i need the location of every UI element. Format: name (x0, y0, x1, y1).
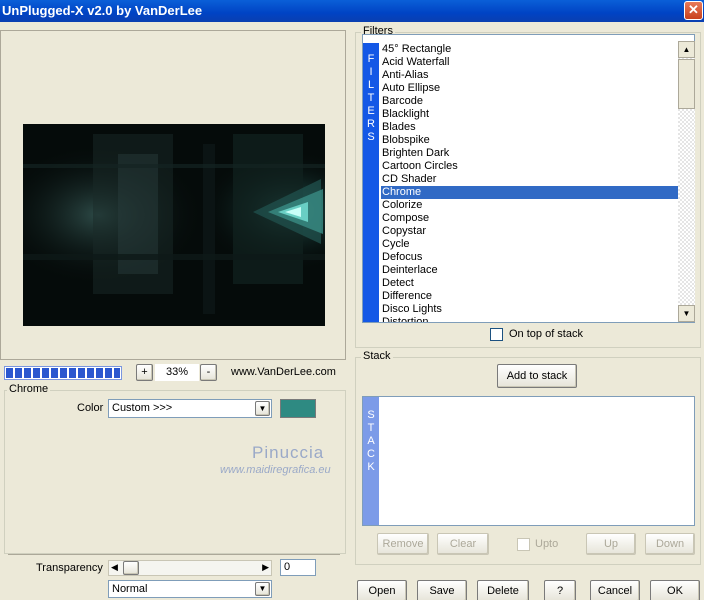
title-bar[interactable]: UnPlugged-X v2.0 by VanDerLee ✕ (0, 0, 704, 22)
filter-list-item[interactable]: Auto Ellipse (381, 82, 678, 95)
upto-checkbox[interactable] (517, 538, 530, 551)
filter-list-item[interactable]: Compose (381, 212, 678, 225)
filters-strip-letter: T (367, 92, 375, 104)
watermark-url: www.maidiregrafica.eu (220, 464, 331, 476)
filter-list-item[interactable]: 45° Rectangle (381, 43, 678, 56)
on-top-of-stack-checkbox[interactable] (490, 328, 503, 341)
preview-panel (0, 30, 346, 360)
filter-list-item[interactable]: Chrome (381, 186, 678, 199)
filter-list-item[interactable]: Cycle (381, 238, 678, 251)
stack-list-panel[interactable]: STACK (362, 396, 695, 526)
stack-strip: STACK (363, 397, 379, 525)
transparency-slider[interactable]: ◀ ▶ (108, 560, 272, 576)
filter-list-item[interactable]: Barcode (381, 95, 678, 108)
filters-strip-letter: L (367, 79, 375, 91)
filter-list-item[interactable]: Blades (381, 121, 678, 134)
filters-strip-letter: E (367, 105, 375, 117)
slider-right-arrow-icon[interactable]: ▶ (262, 562, 269, 573)
add-to-stack-button[interactable]: Add to stack (497, 364, 577, 388)
chevron-down-icon[interactable]: ▼ (255, 401, 270, 416)
color-label: Color (77, 402, 104, 414)
save-button[interactable]: Save (417, 580, 467, 600)
filters-strip-letter: I (369, 66, 373, 78)
render-progress-bar (4, 366, 122, 380)
filter-list-item[interactable]: Cartoon Circles (381, 160, 678, 173)
filter-list-item[interactable]: CD Shader (381, 173, 678, 186)
filter-list-item[interactable]: Detect (381, 277, 678, 290)
on-top-of-stack-label: On top of stack (509, 328, 583, 340)
filter-list-item[interactable]: Copystar (381, 225, 678, 238)
stack-strip-letter: T (367, 422, 375, 434)
chevron-down-icon[interactable]: ▼ (255, 582, 270, 596)
filters-strip: FILTERS (363, 43, 379, 322)
filter-list-item[interactable]: Difference (381, 290, 678, 303)
filter-list-item[interactable]: Colorize (381, 199, 678, 212)
clear-button[interactable]: Clear (437, 533, 489, 555)
filters-strip-letter: R (367, 118, 375, 130)
filter-list-item[interactable]: Defocus (381, 251, 678, 264)
color-dropdown[interactable]: Custom >>> ▼ (108, 399, 272, 418)
filter-list-item[interactable]: Blacklight (381, 108, 678, 121)
help-button[interactable]: ? (544, 580, 576, 600)
delete-button[interactable]: Delete (477, 580, 529, 600)
preview-image[interactable] (23, 124, 325, 326)
zoom-level: 33% (155, 364, 199, 381)
blend-mode-value: Normal (112, 583, 148, 595)
color-swatch-button[interactable] (280, 399, 316, 418)
up-button[interactable]: Up (586, 533, 636, 555)
cancel-button[interactable]: Cancel (590, 580, 640, 600)
divider (8, 554, 340, 555)
progress-fill (6, 368, 120, 378)
preview-render (23, 124, 325, 326)
filter-list-item[interactable]: Anti-Alias (381, 69, 678, 82)
down-button[interactable]: Down (645, 533, 695, 555)
upto-label: Upto (535, 538, 559, 550)
filters-scrollbar[interactable]: ▲ ▼ (678, 41, 695, 322)
remove-button[interactable]: Remove (377, 533, 429, 555)
ok-button[interactable]: OK (650, 580, 700, 600)
stack-strip-letter: S (367, 409, 375, 421)
transparency-label: Transparency (36, 562, 103, 574)
filter-list-item[interactable]: Blobspike (381, 134, 678, 147)
filter-list-item[interactable]: Acid Waterfall (381, 56, 678, 69)
open-button[interactable]: Open (357, 580, 407, 600)
website-link[interactable]: www.VanDerLee.com (231, 366, 336, 378)
transparency-input[interactable]: 0 (280, 559, 316, 576)
filter-list-item[interactable]: Brighten Dark (381, 147, 678, 160)
filters-list[interactable]: 45° Rectangle Acid Waterfall Anti-Alias Aut… (381, 43, 678, 322)
filter-list-item[interactable]: Deinterlace (381, 264, 678, 277)
stack-strip-letter: C (367, 448, 375, 460)
blend-mode-dropdown[interactable]: Normal ▼ (108, 580, 272, 598)
close-button[interactable]: ✕ (684, 1, 703, 20)
close-icon: ✕ (688, 2, 699, 17)
filter-list-item[interactable]: Disco Lights (381, 303, 678, 316)
stack-strip-letter: A (367, 435, 375, 447)
stack-list[interactable] (379, 397, 694, 525)
zoom-in-button[interactable]: + (136, 364, 153, 381)
scroll-up-icon[interactable]: ▲ (678, 41, 695, 58)
watermark-title: Pinuccia (252, 443, 325, 462)
filters-strip-letter: S (367, 131, 375, 143)
scroll-thumb[interactable] (678, 59, 695, 109)
scroll-down-icon[interactable]: ▼ (678, 305, 695, 322)
slider-left-arrow-icon[interactable]: ◀ (111, 562, 118, 573)
slider-thumb[interactable] (123, 561, 139, 575)
settings-group-label: Chrome (7, 383, 51, 395)
filters-strip-letter: F (367, 53, 375, 65)
stack-strip-letter: K (367, 461, 375, 473)
stack-group-label: Stack (361, 350, 393, 362)
zoom-out-button[interactable]: - (200, 364, 217, 381)
window-title: UnPlugged-X v2.0 by VanDerLee (2, 3, 203, 18)
filter-list-item[interactable]: Distortion (381, 316, 678, 322)
color-dropdown-value: Custom >>> (112, 402, 173, 414)
filters-list-panel: FILTERS 45° Rectangle Acid Waterfall Anti-… (362, 34, 695, 323)
